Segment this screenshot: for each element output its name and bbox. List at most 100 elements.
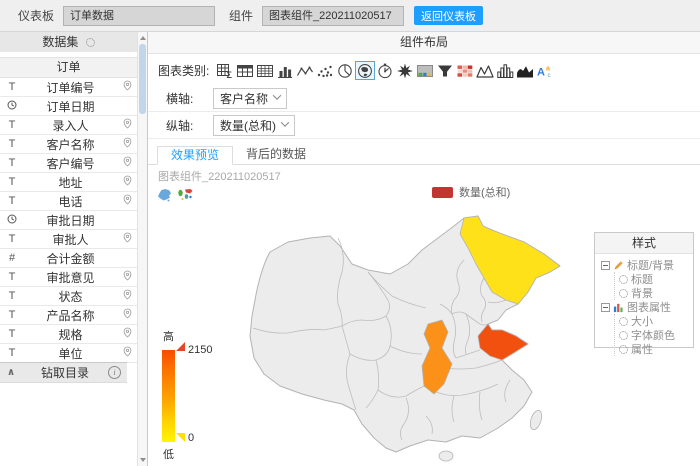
data-table-icon[interactable] — [255, 61, 275, 80]
scroll-up-icon[interactable] — [138, 33, 147, 43]
field-row[interactable]: T 电话 — [0, 192, 137, 211]
location-pin-icon[interactable] — [117, 232, 137, 246]
field-row[interactable]: T 审批人 — [0, 230, 137, 249]
field-label: 订单编号 — [24, 79, 117, 96]
svg-text:c: c — [548, 73, 551, 79]
china-map-chart[interactable] — [240, 212, 580, 462]
sidebar-scrollbar[interactable] — [137, 32, 147, 466]
bar-chart-icon[interactable] — [275, 61, 295, 80]
dashboard-label: 仪表板 — [18, 7, 54, 24]
location-pin-icon[interactable] — [117, 251, 137, 265]
x-axis-select[interactable]: 客户名称 — [213, 88, 287, 109]
scrollbar-thumb[interactable] — [139, 44, 146, 114]
location-pin-icon[interactable] — [117, 270, 137, 284]
field-row[interactable]: T 订单编号 — [0, 78, 137, 97]
y-axis-select[interactable]: 数量(总和) — [213, 115, 295, 136]
style-item-font-color[interactable]: 字体颜色 — [619, 328, 693, 342]
line-chart-icon[interactable] — [295, 61, 315, 80]
style-item-title[interactable]: 标题 — [619, 272, 693, 286]
field-row[interactable]: T 客户编号 — [0, 154, 137, 173]
summary-table-icon[interactable]: Σ — [215, 61, 235, 80]
location-pin-icon[interactable] — [117, 346, 137, 360]
svg-text:a: a — [546, 65, 550, 72]
svg-text:A: A — [537, 66, 545, 78]
collapse-box-icon[interactable] — [601, 261, 610, 270]
location-pin-icon[interactable] — [117, 118, 137, 132]
field-label: 合计金额 — [24, 250, 117, 267]
location-pin-icon[interactable] — [117, 308, 137, 322]
heatmap-icon[interactable] — [455, 61, 475, 80]
field-row[interactable]: T 地址 — [0, 173, 137, 192]
field-type-icon: T — [0, 310, 24, 321]
style-item-background[interactable]: 背景 — [619, 286, 693, 300]
field-row[interactable]: T 状态 — [0, 287, 137, 306]
gauge-chart-icon[interactable] — [375, 61, 395, 80]
field-label: 地址 — [24, 174, 117, 191]
radar-chart-icon[interactable] — [395, 61, 415, 80]
component-name-input[interactable]: 图表组件_220211020517 — [262, 6, 404, 26]
style-group-title-background[interactable]: 标题/背景 — [601, 258, 693, 272]
dashboard-name-input[interactable]: 订单数据 — [63, 6, 215, 26]
app-window: 仪表板 订单数据 组件 图表组件_220211020517 返回仪表板 数据集 … — [0, 0, 700, 466]
visual-map-max-handle[interactable] — [176, 342, 185, 351]
island-hainan[interactable] — [439, 451, 453, 461]
word-cloud-icon[interactable]: Aac — [535, 61, 555, 80]
funnel-chart-icon[interactable] — [435, 61, 455, 80]
location-pin-icon[interactable] — [117, 80, 137, 94]
field-label: 单位 — [24, 345, 117, 362]
scatter-plot-icon[interactable] — [315, 61, 335, 80]
preview-tabs: 效果预览 背后的数据 — [148, 146, 700, 165]
map-legend[interactable]: 数量(总和) — [432, 184, 510, 200]
chevron-down-icon — [273, 91, 281, 99]
field-row[interactable]: 订单日期 — [0, 97, 137, 116]
visual-map-min-handle[interactable] — [176, 433, 185, 442]
tab-effect-preview[interactable]: 效果预览 — [157, 146, 233, 165]
field-row[interactable]: T 单位 — [0, 344, 137, 363]
picture-icon[interactable] — [415, 61, 435, 80]
visual-map-gradient-bar[interactable] — [162, 350, 175, 442]
field-label: 客户名称 — [24, 136, 117, 153]
area-line-chart-icon[interactable] — [475, 61, 495, 80]
back-to-dashboard-button[interactable]: 返回仪表板 — [414, 6, 483, 25]
dataset-group-header[interactable]: 订单 — [0, 57, 137, 78]
location-pin-icon[interactable] — [117, 175, 137, 189]
world-map-thumb-icon[interactable] — [176, 187, 194, 202]
location-pin-icon[interactable] — [117, 194, 137, 208]
field-type-icon: # — [0, 253, 24, 264]
china-map-thumb-icon[interactable] — [155, 187, 173, 202]
style-group-chart-properties[interactable]: 图表属性 — [601, 300, 693, 314]
field-row[interactable]: T 规格 — [0, 325, 137, 344]
map-chart-icon[interactable] — [355, 61, 375, 80]
field-row[interactable]: T 客户名称 — [0, 135, 137, 154]
drill-catalog-label: 钻取目录 — [22, 364, 108, 381]
style-item-size[interactable]: 大小 — [619, 314, 693, 328]
scroll-down-icon[interactable] — [138, 455, 147, 465]
location-pin-icon[interactable] — [117, 156, 137, 170]
gear-icon[interactable] — [86, 38, 95, 47]
location-pin-icon[interactable] — [117, 137, 137, 151]
location-pin-icon[interactable] — [117, 99, 137, 113]
legend-swatch — [432, 187, 453, 198]
island-taiwan[interactable] — [528, 409, 544, 431]
field-row[interactable]: T 产品名称 — [0, 306, 137, 325]
field-row[interactable]: T 审批意见 — [0, 268, 137, 287]
location-pin-icon[interactable] — [117, 213, 137, 227]
tab-underlying-data[interactable]: 背后的数据 — [233, 146, 319, 164]
field-type-icon: T — [0, 177, 24, 188]
visual-map-max-value: 2150 — [188, 344, 212, 356]
crosstab-table-icon[interactable] — [235, 61, 255, 80]
x-axis-label: 横轴: — [166, 90, 213, 107]
histogram-icon[interactable] — [495, 61, 515, 80]
collapse-icon[interactable]: ∧ — [0, 367, 22, 378]
style-item-properties[interactable]: 属性 — [619, 342, 693, 356]
location-pin-icon[interactable] — [117, 327, 137, 341]
area-chart-icon[interactable] — [515, 61, 535, 80]
pie-chart-icon[interactable] — [335, 61, 355, 80]
collapse-box-icon[interactable] — [601, 303, 610, 312]
field-row[interactable]: T 录入人 — [0, 116, 137, 135]
field-label: 产品名称 — [24, 307, 117, 324]
field-row[interactable]: # 合计金额 — [0, 249, 137, 268]
field-row[interactable]: 审批日期 — [0, 211, 137, 230]
info-icon[interactable]: i — [108, 366, 121, 379]
location-pin-icon[interactable] — [117, 289, 137, 303]
